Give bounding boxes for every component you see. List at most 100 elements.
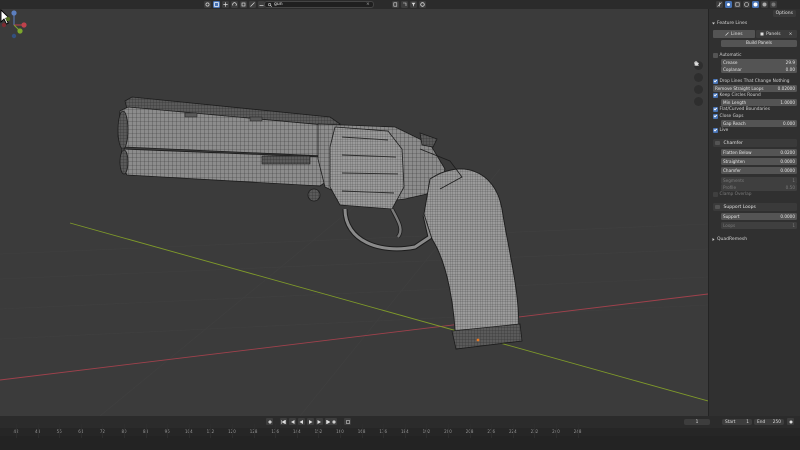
clamp-overlap-row[interactable]: Clamp Overlap [713,191,797,198]
loops-label: Loops [723,222,736,228]
frame-tick-line [145,424,147,438]
support-field[interactable]: Support 0.0000 [721,213,797,220]
select-box-icon[interactable] [213,1,220,8]
live-checkbox[interactable] [713,128,718,133]
chamfer-field[interactable]: Chamfer 0.0000 [721,167,797,174]
frame-tick-line [361,424,363,438]
rotate-tool-icon[interactable] [231,1,238,8]
chamfer-label: Chamfer [723,167,741,173]
solid-shading-icon[interactable] [752,1,759,8]
live-row[interactable]: Live [713,127,797,134]
panels-icon [760,32,764,36]
min-length-field[interactable]: Min Length 1.0000 [721,99,797,106]
segments-field[interactable]: Segments 1 [721,177,797,184]
next-keyframe-icon[interactable] [316,418,323,425]
frame-ruler[interactable]: 4248566472808896104112120128136144152160… [0,428,800,436]
revolver-mesh[interactable] [117,96,523,350]
frame-tick-line [102,424,104,438]
support-loops-section-header[interactable]: Support Loops [713,203,797,211]
remove-straight-label: Remove Straight Loops [715,85,764,91]
restrict-icon[interactable] [401,1,408,8]
settings-icon[interactable] [419,1,426,8]
min-length-label: Min Length [723,99,747,105]
loops-field[interactable]: Loops 1 [721,222,797,229]
profile-value: 0.50 [785,184,795,190]
flatten-below-field[interactable]: Flatten Below 0.0200 [721,149,797,156]
straighten-field[interactable]: Straighten 0.0000 [721,158,797,165]
tab-panels[interactable]: Panels × [755,30,797,38]
auto-keying-icon[interactable] [344,418,351,425]
close-gaps-row[interactable]: Close Gaps [713,113,797,120]
keep-circles-row[interactable]: Keep Circles Round [713,92,797,99]
chamfer-section-header[interactable]: Chamfer [713,139,797,147]
material-shading-icon[interactable] [761,1,768,8]
chevron-down-icon [712,22,715,25]
current-frame-field[interactable]: 1 [684,419,710,425]
automatic-checkbox[interactable] [713,53,718,58]
feature-lines-panel: Options Feature Lines Lines Panels × Bui… [708,9,800,416]
wireframe-shading-icon[interactable] [743,1,750,8]
support-loops-checkbox[interactable] [715,204,720,210]
tab-lines[interactable]: Lines [713,30,755,38]
play-reverse-icon[interactable] [298,418,305,425]
copy-icon[interactable] [392,1,399,8]
crease-field[interactable]: Crease 29.9 [721,59,797,66]
transform-tool-icon[interactable] [249,1,256,8]
pan-hand-icon[interactable] [694,62,703,82]
close-icon[interactable]: × [789,32,793,37]
frame-tick-line [491,424,493,438]
tab-lines-label: Lines [730,31,743,37]
options-dropdown[interactable]: Options [772,10,796,17]
frame-tick-line [404,424,406,438]
jump-start-icon[interactable] [280,418,287,425]
flat-curved-checkbox[interactable] [713,107,718,112]
filter-group [392,1,426,8]
min-length-value: 1.0000 [780,99,795,105]
panel-title-row[interactable]: Feature Lines [712,20,747,27]
remove-straight-field[interactable]: Remove Straight Loops 0.02000 [713,85,797,92]
object-origin [476,338,480,342]
close-gaps-checkbox[interactable] [713,114,718,119]
filter-icon[interactable] [410,1,417,8]
support-value: 0.0000 [780,213,795,219]
record-icon[interactable] [330,418,337,425]
search-icon [268,2,272,7]
prev-keyframe-icon[interactable] [289,418,296,425]
keep-circles-checkbox[interactable] [713,93,718,98]
move-tool-icon[interactable] [222,1,229,8]
timeline: 1 Start 1 End 250 4248566472808896104112… [0,416,800,450]
clamp-overlap-checkbox[interactable] [713,192,718,197]
search-field[interactable]: × [264,1,374,8]
tab-panels-label: Panels [766,31,781,37]
rendered-shading-icon[interactable] [770,1,777,8]
end-frame-field[interactable]: End 250 [754,419,784,425]
search-input[interactable] [274,1,364,8]
camera-view-icon[interactable] [694,62,703,94]
frame-tick-line [469,424,471,438]
scale-tool-icon[interactable] [240,1,247,8]
timeline-options-icon[interactable] [787,418,794,425]
profile-field[interactable]: Profile 0.50 [721,184,797,191]
chamfer-checkbox[interactable] [715,140,720,146]
xray-icon[interactable] [734,1,741,8]
flat-curved-row[interactable]: Flat/Curved Boundaries [713,106,797,113]
gizmo-toggle-icon[interactable] [716,1,723,8]
perspective-grid-icon[interactable] [694,62,703,106]
pivot-icon[interactable] [204,1,211,8]
overlays-icon[interactable] [725,1,732,8]
frame-tick-line [577,424,579,438]
navigation-gizmo[interactable] [0,9,28,39]
drop-lines-checkbox[interactable] [713,79,718,84]
coplanar-field[interactable]: Coplanar 0.00 [721,66,797,73]
gap-reach-field[interactable]: Gap Reach 0.000 [721,120,797,127]
automatic-checkbox-row[interactable]: Automatic [713,52,797,59]
start-frame-field[interactable]: Start 1 [722,419,752,425]
quadremesh-row[interactable]: QuadRemesh [712,236,747,243]
clear-search-icon[interactable]: × [366,2,370,7]
play-icon[interactable] [307,418,314,425]
drop-lines-row[interactable]: Drop Lines That Change Nothing [713,78,797,85]
frame-tick-line [556,424,557,438]
keyframe-icon[interactable] [266,418,273,425]
3d-viewport[interactable] [0,9,708,416]
build-panels-button[interactable]: Build Panels [721,40,797,47]
